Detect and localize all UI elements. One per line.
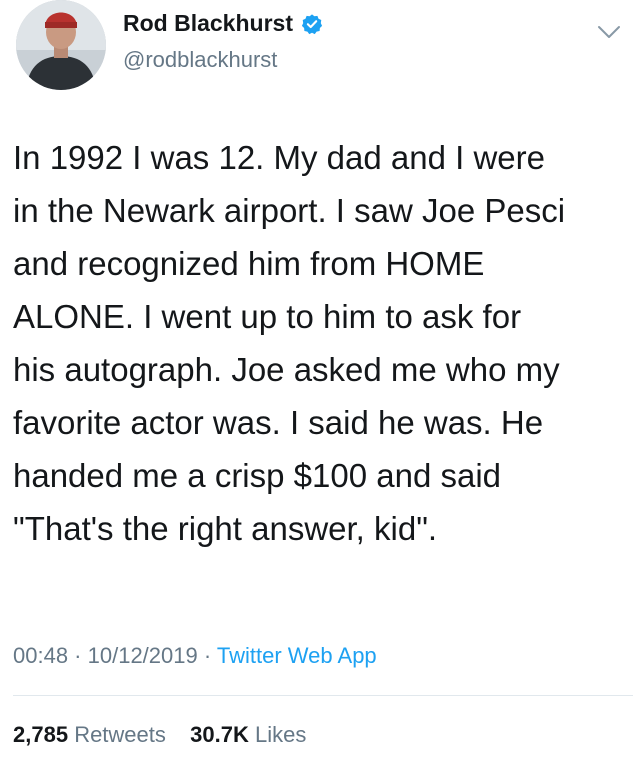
retweets-label[interactable]: Retweets [74,722,166,747]
verified-badge-icon [301,13,323,34]
tweet-card: Rod Blackhurst @rodblackhurst In 1992 I … [0,0,640,774]
avatar-image [16,0,106,90]
avatar[interactable] [16,0,106,90]
likes-count[interactable]: 30.7K [190,722,249,747]
tweet-text-line: ALONE. I went up to him to ask for [13,298,522,335]
tweet-time[interactable]: 00:48 [13,643,68,668]
tweet-date[interactable]: 10/12/2019 [88,643,198,668]
tweet-text-line: handed me a crisp $100 and said [13,457,502,494]
tweet-text: In 1992 I was 12. My dad and I were in t… [13,131,633,555]
tweet-source-link[interactable]: Twitter Web App [217,643,377,668]
tweet-stats: 2,785 Retweets 30.7K Likes [13,722,306,748]
meta-separator: · [197,643,217,668]
author-name-row: Rod Blackhurst [123,10,323,37]
chevron-down-icon[interactable] [596,22,622,42]
tweet-metadata: 00:48 · 10/12/2019 · Twitter Web App [13,643,377,669]
tweet-text-line: favorite actor was. I said he was. He [13,404,544,441]
likes-label[interactable]: Likes [255,722,306,747]
author-display-name[interactable]: Rod Blackhurst [123,10,293,37]
tweet-text-line: in the Newark airport. I saw Joe Pesci [13,192,566,229]
meta-separator: · [68,643,88,668]
tweet-text-line: his autograph. Joe asked me who my [13,351,560,388]
retweets-count[interactable]: 2,785 [13,722,68,747]
tweet-text-line: and recognized him from HOME [13,245,485,282]
author-handle[interactable]: @rodblackhurst [123,47,277,73]
divider [13,695,633,696]
tweet-text-line: In 1992 I was 12. My dad and I were [13,139,545,176]
tweet-text-line: "That's the right answer, kid". [13,510,438,547]
